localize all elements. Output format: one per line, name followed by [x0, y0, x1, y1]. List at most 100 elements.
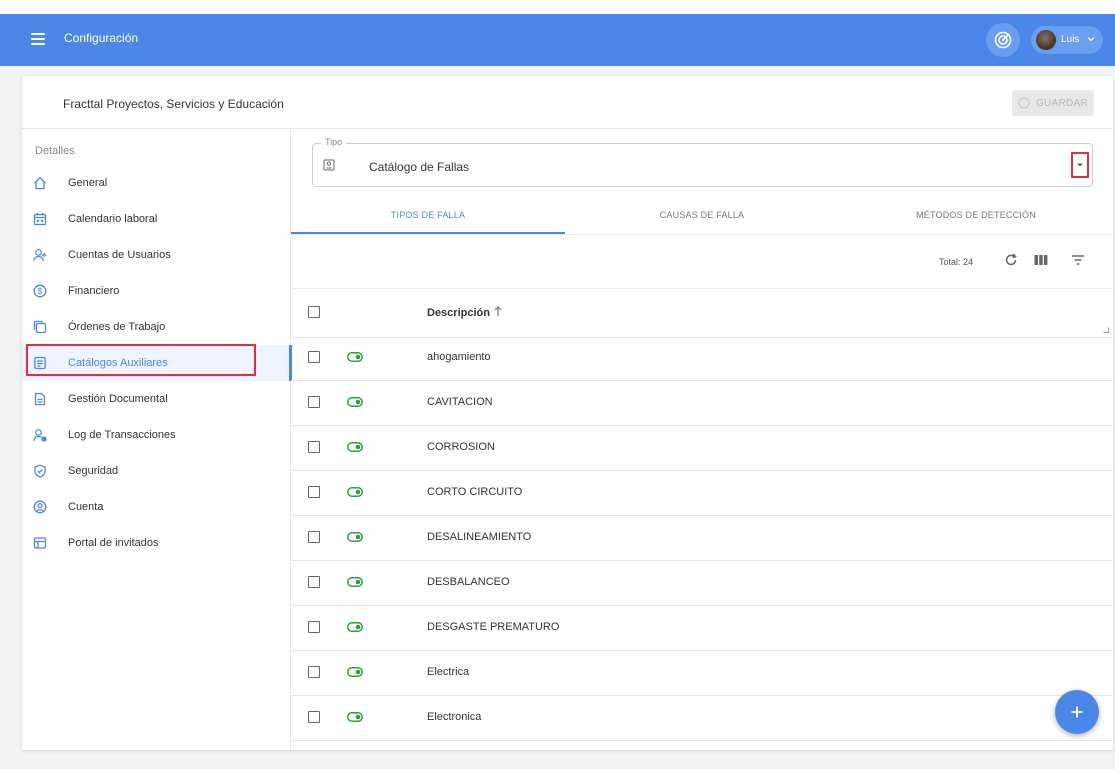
- home-icon: [34, 176, 46, 190]
- table-row[interactable]: Electrica: [291, 651, 1113, 696]
- document-icon: [34, 392, 46, 406]
- card-header: Fracttal Proyectos, Servicios y Educació…: [22, 76, 1113, 129]
- row-checkbox[interactable]: [308, 666, 320, 678]
- add-fab-button[interactable]: [1055, 690, 1099, 734]
- table-row[interactable]: CORTO CIRCUITO: [291, 471, 1113, 516]
- copy-icon: [33, 320, 47, 334]
- columns-icon[interactable]: [1032, 251, 1050, 269]
- row-checkbox[interactable]: [308, 531, 320, 543]
- portal-icon: [33, 537, 47, 549]
- app-title: Configuración: [64, 31, 139, 45]
- sidebar-item-financiero[interactable]: $ Financiero: [22, 273, 290, 309]
- company-name: Fracttal Proyectos, Servicios y Educació…: [63, 97, 284, 111]
- toggle-on-icon[interactable]: [347, 532, 363, 542]
- target-icon[interactable]: [986, 23, 1020, 57]
- sidebar-item-general[interactable]: General: [22, 165, 290, 201]
- main-panel: Tipo Catálogo de Fallas TIPOS DE FALLA C…: [291, 129, 1113, 750]
- save-button[interactable]: GUARDAR: [1012, 90, 1094, 116]
- tabs: TIPOS DE FALLA CAUSAS DE FALLA MÉTODOS D…: [291, 196, 1113, 235]
- row-checkbox[interactable]: [308, 351, 320, 363]
- sidebar-item-ordenes-de-trabajo[interactable]: Órdenes de Trabajo: [22, 309, 290, 345]
- table-row[interactable]: CAVITACION: [291, 381, 1113, 426]
- tipo-select[interactable]: Tipo Catálogo de Fallas: [312, 137, 1093, 187]
- sidebar-item-cuenta[interactable]: Cuenta: [22, 489, 290, 525]
- sidebar-item-portal-de-invitados[interactable]: Portal de invitados: [22, 525, 290, 561]
- row-checkbox[interactable]: [308, 576, 320, 588]
- row-description: DESBALANCEO: [427, 576, 510, 588]
- tipo-value: Catálogo de Fallas: [369, 160, 470, 174]
- chevron-down-icon: [1087, 37, 1095, 42]
- resize-handle-icon[interactable]: [1103, 327, 1109, 333]
- sidebar-heading: Detalles: [35, 145, 75, 157]
- top-app-bar: Configuración Luis: [0, 0, 1115, 66]
- table-row[interactable]: Electronica: [291, 696, 1113, 741]
- total-count: Total: 24: [939, 257, 974, 267]
- row-description: CORROSION: [427, 441, 495, 453]
- table-row[interactable]: ahogamiento: [291, 336, 1113, 381]
- row-description: DESGASTE PREMATURO: [427, 621, 560, 633]
- select-all-checkbox[interactable]: [308, 306, 320, 318]
- toggle-on-icon[interactable]: [347, 442, 363, 452]
- sidebar: Detalles General Calendario laboral Cuen…: [22, 129, 292, 750]
- toggle-on-icon[interactable]: [347, 622, 363, 632]
- sidebar-item-label: Calendario laboral: [68, 213, 158, 225]
- table-row[interactable]: DESBALANCEO: [291, 561, 1113, 606]
- plus-icon: [1071, 706, 1083, 718]
- sidebar-item-gestion-documental[interactable]: Gestión Documental: [22, 381, 290, 417]
- hamburger-menu-icon[interactable]: [31, 33, 45, 45]
- sidebar-item-log-de-transacciones[interactable]: Log de Transacciones: [22, 417, 290, 453]
- svg-text:$: $: [38, 287, 43, 296]
- toggle-on-icon[interactable]: [347, 352, 363, 362]
- tab-causas-de-falla[interactable]: CAUSAS DE FALLA: [565, 196, 839, 234]
- tab-tipos-de-falla[interactable]: TIPOS DE FALLA: [291, 196, 565, 234]
- shield-icon: [34, 464, 46, 478]
- table-row[interactable]: DESALINEAMIENTO: [291, 516, 1113, 561]
- sidebar-item-label: Financiero: [68, 285, 120, 297]
- sidebar-item-calendario-laboral[interactable]: Calendario laboral: [22, 201, 290, 237]
- sidebar-item-label: Cuentas de Usuarios: [68, 249, 171, 261]
- toggle-on-icon[interactable]: [347, 577, 363, 587]
- row-checkbox[interactable]: [308, 441, 320, 453]
- table-header: Descripción: [291, 288, 1113, 338]
- tab-label: TIPOS DE FALLA: [390, 210, 466, 220]
- sidebar-item-cuentas-de-usuarios[interactable]: Cuentas de Usuarios: [22, 237, 290, 273]
- row-description: CAVITACION: [427, 396, 493, 408]
- tab-label: CAUSAS DE FALLA: [659, 210, 745, 220]
- user-name: Luis: [1061, 34, 1080, 45]
- calendar-icon: [33, 213, 47, 226]
- sidebar-item-label: Seguridad: [68, 465, 119, 477]
- dollar-icon: $: [33, 284, 47, 298]
- toggle-on-icon[interactable]: [347, 667, 363, 677]
- row-checkbox[interactable]: [308, 486, 320, 498]
- row-description: Electrica: [427, 666, 470, 678]
- tab-label: MÉTODOS DE DETECCIÓN: [916, 210, 1036, 220]
- refresh-icon[interactable]: [1002, 251, 1020, 269]
- row-description: DESALINEAMIENTO: [427, 531, 532, 543]
- sidebar-item-label: Log de Transacciones: [68, 429, 176, 441]
- toggle-on-icon[interactable]: [347, 487, 363, 497]
- row-checkbox[interactable]: [308, 396, 320, 408]
- row-checkbox[interactable]: [308, 711, 320, 723]
- avatar: [1036, 30, 1056, 50]
- sidebar-item-label: Gestión Documental: [68, 393, 168, 405]
- user-log-icon: [33, 429, 47, 442]
- sidebar-item-label: Órdenes de Trabajo: [68, 321, 166, 333]
- sidebar-item-label: Catálogos Auxiliares: [68, 357, 168, 369]
- save-icon: [1018, 97, 1030, 109]
- toggle-on-icon[interactable]: [347, 712, 363, 722]
- user-menu-button[interactable]: Luis: [1031, 26, 1103, 54]
- dropdown-toggle[interactable]: [1071, 152, 1089, 178]
- tab-metodos-de-deteccion[interactable]: MÉTODOS DE DETECCIÓN: [839, 196, 1113, 234]
- column-header-descripcion[interactable]: Descripción: [427, 307, 490, 319]
- toggle-on-icon[interactable]: [347, 397, 363, 407]
- table-toolbar: Total: 24: [291, 237, 1113, 287]
- sidebar-item-catalogos-auxiliares[interactable]: Catálogos Auxiliares: [22, 344, 292, 381]
- caret-down-icon: [1077, 163, 1083, 167]
- filter-icon[interactable]: [1069, 251, 1087, 269]
- table-row[interactable]: CORROSION: [291, 426, 1113, 471]
- row-checkbox[interactable]: [308, 621, 320, 633]
- sort-arrow-up-icon[interactable]: [493, 305, 503, 317]
- table-row[interactable]: DESGASTE PREMATURO: [291, 606, 1113, 651]
- sidebar-item-seguridad[interactable]: Seguridad: [22, 453, 290, 489]
- active-tab-indicator: [291, 232, 565, 234]
